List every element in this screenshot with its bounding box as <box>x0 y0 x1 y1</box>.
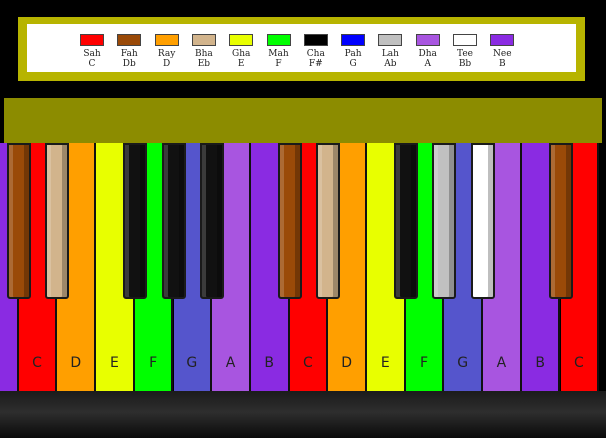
sargam-label: Tee <box>457 49 473 59</box>
key-label: F <box>149 355 158 371</box>
color-swatch <box>117 34 142 46</box>
note-label: A <box>424 59 431 69</box>
legend-item: Gha E <box>221 34 261 69</box>
note-label: B <box>498 59 506 69</box>
legend-item: Tee Bb <box>445 34 485 69</box>
note-color-legend: Sah C Fah Db Ray D Bha Eb Gha E Mah F Cha F# Pah G Lah Ab… <box>27 24 576 72</box>
key-label: B <box>264 355 275 371</box>
legend-item: Dha A <box>408 34 448 69</box>
black-key[interactable] <box>161 143 186 299</box>
note-label: Bb <box>458 59 472 69</box>
key-label: C <box>32 355 42 371</box>
black-key[interactable] <box>471 143 496 299</box>
legend-frame: Sah C Fah Db Ray D Bha Eb Gha E Mah F Cha F# Pah G Lah Ab… <box>18 17 585 81</box>
legend-item: Mah F <box>259 34 299 69</box>
black-key[interactable] <box>277 143 302 299</box>
note-label: D <box>162 59 171 69</box>
legend-item: Fah Db <box>109 34 149 69</box>
color-swatch <box>229 34 254 46</box>
black-key[interactable] <box>432 143 457 299</box>
note-label: C <box>88 59 96 69</box>
color-swatch <box>80 34 104 46</box>
color-swatch <box>415 34 440 46</box>
color-swatch <box>303 34 328 46</box>
black-key[interactable] <box>393 143 418 299</box>
sargam-label: Ray <box>157 49 176 59</box>
black-key[interactable] <box>316 143 341 299</box>
note-label: F# <box>308 59 323 69</box>
sargam-label: Nee <box>493 49 512 59</box>
key-label: G <box>186 355 198 371</box>
sargam-label: Dha <box>418 49 437 59</box>
color-swatch <box>490 34 515 46</box>
legend-item: Pah G <box>333 34 373 69</box>
note-label: Db <box>122 59 136 69</box>
sargam-label: Mah <box>268 49 289 59</box>
key-label: C <box>573 355 584 371</box>
key-label: D <box>341 355 353 371</box>
black-key[interactable] <box>6 143 31 299</box>
sargam-label: Lah <box>381 49 399 59</box>
note-label: Eb <box>197 59 211 69</box>
color-swatch <box>266 34 291 46</box>
color-swatch <box>191 34 216 46</box>
black-key[interactable] <box>45 143 70 299</box>
sargam-label: Sah <box>83 49 101 59</box>
key-label: A <box>225 355 236 371</box>
key-label: C <box>303 355 313 371</box>
key-label: G <box>457 355 469 371</box>
sargam-label: Pah <box>344 49 362 59</box>
note-label: Ab <box>384 59 397 69</box>
key-label: B <box>535 355 545 371</box>
legend-item: Lah Ab <box>370 34 410 69</box>
legend-item: Ray D <box>147 34 187 69</box>
legend-item: Nee B <box>482 34 522 69</box>
color-swatch <box>378 34 403 46</box>
key-label: A <box>496 355 507 371</box>
black-key[interactable] <box>548 143 573 299</box>
color-swatch <box>154 34 179 46</box>
key-label: F <box>420 355 429 371</box>
black-key[interactable] <box>200 143 225 299</box>
keyboard-top-bar <box>4 98 602 143</box>
legend-item: Cha F# <box>296 34 336 69</box>
color-swatch <box>453 34 477 46</box>
sargam-label: Cha <box>306 49 325 59</box>
legend-item: Bha Eb <box>184 34 224 69</box>
black-key[interactable] <box>122 143 147 299</box>
note-label: F <box>275 59 282 69</box>
keyboard-bottom-rail <box>0 391 606 438</box>
piano-keyboard: CDEFGABCDEFGABC <box>0 143 606 391</box>
key-label: D <box>70 355 82 371</box>
key-label: E <box>380 355 390 371</box>
legend-item: Sah C <box>72 34 112 69</box>
note-label: G <box>349 59 357 69</box>
key-label: E <box>110 355 119 371</box>
sargam-label: Fah <box>120 49 138 59</box>
sargam-label: Gha <box>232 49 251 59</box>
sargam-label: Bha <box>195 49 213 59</box>
color-swatch <box>341 34 366 46</box>
note-label: E <box>237 59 245 69</box>
